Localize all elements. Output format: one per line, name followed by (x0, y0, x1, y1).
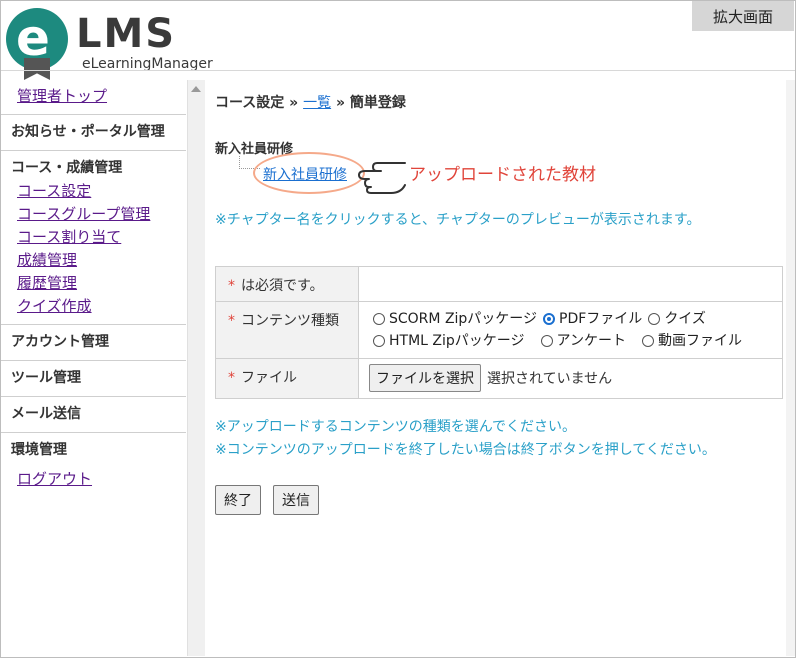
sidebar-link-course-group[interactable]: コースグループ管理 (17, 203, 186, 226)
logo-title: LMS (76, 11, 177, 57)
sidebar-link-course-settings[interactable]: コース設定 (17, 180, 186, 203)
sidebar-heading-account[interactable]: アカウント管理 (11, 330, 186, 354)
radio-survey[interactable]: アンケート (540, 330, 626, 352)
radio-scorm-label: SCORM Zipパッケージ (389, 311, 538, 327)
radio-survey-circle[interactable] (540, 335, 553, 347)
choose-file-button[interactable]: ファイルを選択 (369, 364, 481, 392)
zoom-view-button[interactable]: 拡大画面 (692, 1, 794, 31)
required-mark: * (228, 278, 235, 294)
sidebar: 管理者トップ お知らせ・ポータル管理 コース・成績管理 コース設定 コースグルー… (1, 80, 186, 656)
sidebar-block-mail: メール送信 (1, 397, 186, 433)
sidebar-link-course-assign[interactable]: コース割り当て (17, 226, 186, 249)
sidebar-scrollbar[interactable] (187, 80, 205, 656)
annotation-uploaded-material: アップロードされた教材 (409, 165, 596, 185)
content-type-row-2: HTML Zipパッケージ アンケート 動画ファイル (373, 330, 776, 352)
form-row-required: * は必須です。 (215, 266, 783, 302)
chapter-link[interactable]: 新入社員研修 (263, 164, 347, 184)
radio-video-circle[interactable] (641, 335, 654, 347)
sidebar-heading-course[interactable]: コース・成績管理 (11, 156, 186, 180)
sidebar-heading-mail[interactable]: メール送信 (11, 402, 186, 426)
finish-button[interactable]: 終了 (215, 485, 261, 515)
header-divider (1, 70, 795, 71)
content-type-row-1: SCORM Zipパッケージ PDFファイル クイズ (373, 308, 776, 330)
radio-pdf[interactable]: PDFファイル (543, 308, 642, 330)
sidebar-heading-news[interactable]: お知らせ・ポータル管理 (11, 120, 186, 144)
radio-pdf-circle[interactable] (543, 313, 556, 325)
content-type-label-cell: * コンテンツ種類 (215, 301, 359, 359)
sidebar-link-grades[interactable]: 成績管理 (17, 249, 186, 272)
file-label: ファイル (241, 370, 297, 386)
radio-quiz-label: クイズ (664, 311, 706, 327)
required-mark: * (228, 313, 235, 329)
required-note-cell: * は必須です。 (215, 266, 359, 302)
radio-html-label: HTML Zipパッケージ (389, 333, 525, 349)
scroll-up-arrow-icon[interactable] (191, 86, 201, 92)
breadcrumb: コース設定 » 一覧 » 簡単登録 (215, 92, 406, 112)
required-note: は必須です。 (241, 278, 324, 294)
pointing-hand-icon (358, 162, 406, 194)
upload-form-table: * は必須です。 * コンテンツ種類 SCORM Zipパッケージ PDFファイル … (215, 266, 783, 399)
radio-scorm-circle[interactable] (373, 313, 385, 325)
sidebar-block-course: コース・成績管理 コース設定 コースグループ管理 コース割り当て 成績管理 履歴… (1, 151, 186, 325)
form-row-file: * ファイル ファイルを選択 選択されていません (215, 358, 783, 399)
content-type-label: コンテンツ種類 (241, 313, 339, 329)
breadcrumb-current: » 簡単登録 (331, 95, 406, 111)
sidebar-block-account: アカウント管理 (1, 325, 186, 361)
sidebar-block-env: 環境管理 ログアウト (1, 433, 186, 497)
finish-note: ※コンテンツのアップロードを終了したい場合は終了ボタンを押してください。 (215, 442, 716, 458)
main-scrollbar-track[interactable] (786, 80, 795, 656)
file-input-cell: ファイルを選択 選択されていません (358, 358, 783, 399)
elms-logo: e LMS eLearningManager (6, 8, 216, 80)
content-type-options: SCORM Zipパッケージ PDFファイル クイズ HTML Zipパッケージ… (358, 301, 783, 359)
file-label-cell: * ファイル (215, 358, 359, 399)
form-row-content-type: * コンテンツ種類 SCORM Zipパッケージ PDFファイル クイズ HTML… (215, 301, 783, 359)
radio-video-label: 動画ファイル (657, 333, 742, 349)
send-button[interactable]: 送信 (273, 485, 319, 515)
radio-quiz[interactable]: クイズ (648, 308, 706, 330)
sidebar-block-news: お知らせ・ポータル管理 (1, 115, 186, 151)
sidebar-link-history[interactable]: 履歴管理 (17, 272, 186, 295)
logo-e: e (16, 9, 50, 67)
radio-survey-label: アンケート (556, 333, 626, 349)
radio-html[interactable]: HTML Zipパッケージ (373, 330, 525, 352)
sidebar-block-tools: ツール管理 (1, 361, 186, 397)
radio-quiz-circle[interactable] (648, 313, 661, 325)
breadcrumb-list-link[interactable]: 一覧 (303, 95, 331, 111)
sidebar-block-top: 管理者トップ (1, 80, 186, 115)
required-note-empty-cell (358, 266, 783, 302)
sidebar-link-logout[interactable]: ログアウト (17, 468, 186, 491)
radio-pdf-label: PDFファイル (559, 311, 643, 327)
required-mark: * (228, 370, 235, 386)
file-status: 選択されていません (487, 371, 613, 387)
radio-html-circle[interactable] (373, 335, 385, 347)
sidebar-link-admin-top[interactable]: 管理者トップ (17, 85, 186, 108)
sidebar-heading-env[interactable]: 環境管理 (11, 438, 186, 462)
radio-video[interactable]: 動画ファイル (641, 330, 742, 352)
sidebar-link-quiz-create[interactable]: クイズ作成 (17, 295, 186, 318)
breadcrumb-course-settings: コース設定 » (215, 95, 304, 111)
chapter-preview-note: ※チャプター名をクリックすると、チャプターのプレビューが表示されます。 (215, 212, 701, 228)
content-type-note: ※アップロードするコンテンツの種類を選んでください。 (215, 419, 577, 435)
sidebar-heading-tools[interactable]: ツール管理 (11, 366, 186, 390)
radio-scorm[interactable]: SCORM Zipパッケージ (373, 308, 537, 330)
